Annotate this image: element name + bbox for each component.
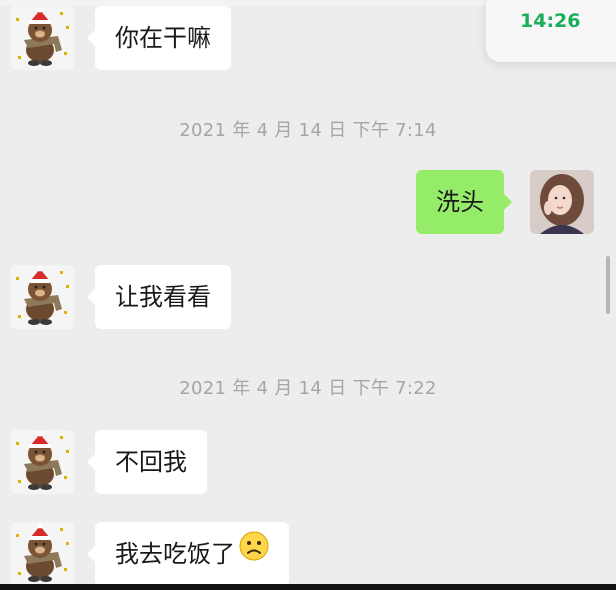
bear-sticker-icon <box>10 6 74 70</box>
bear-sticker-icon <box>10 265 74 329</box>
bottom-edge <box>0 584 616 590</box>
floating-time-widget[interactable]: 14:26 <box>486 0 616 62</box>
contact-avatar[interactable] <box>10 265 74 329</box>
message-bubble-incoming[interactable]: 不回我 <box>87 430 207 494</box>
timestamp: 2021 年 4 月 14 日 下午 7:22 <box>179 378 437 399</box>
bear-sticker-icon <box>10 522 74 586</box>
time-label: 14:26 <box>520 10 581 32</box>
contact-avatar[interactable] <box>10 6 74 70</box>
bear-sticker-icon <box>10 430 74 494</box>
message-bubble-incoming[interactable]: 我去吃饭了 <box>87 521 289 586</box>
frowning-face-icon <box>239 521 269 585</box>
contact-avatar[interactable] <box>10 430 74 494</box>
timestamp: 2021 年 4 月 14 日 下午 7:14 <box>179 120 437 141</box>
message-bubble-outgoing[interactable]: 洗头 <box>416 170 512 234</box>
message-bubble-incoming[interactable]: 让我看看 <box>87 265 231 329</box>
woman-portrait-icon <box>530 170 594 234</box>
scrollbar[interactable] <box>606 256 610 314</box>
message-bubble-incoming[interactable]: 你在干嘛 <box>87 6 231 70</box>
contact-avatar[interactable] <box>10 522 74 586</box>
self-avatar[interactable] <box>530 170 594 234</box>
message-text: 我去吃饭了 <box>115 540 235 568</box>
